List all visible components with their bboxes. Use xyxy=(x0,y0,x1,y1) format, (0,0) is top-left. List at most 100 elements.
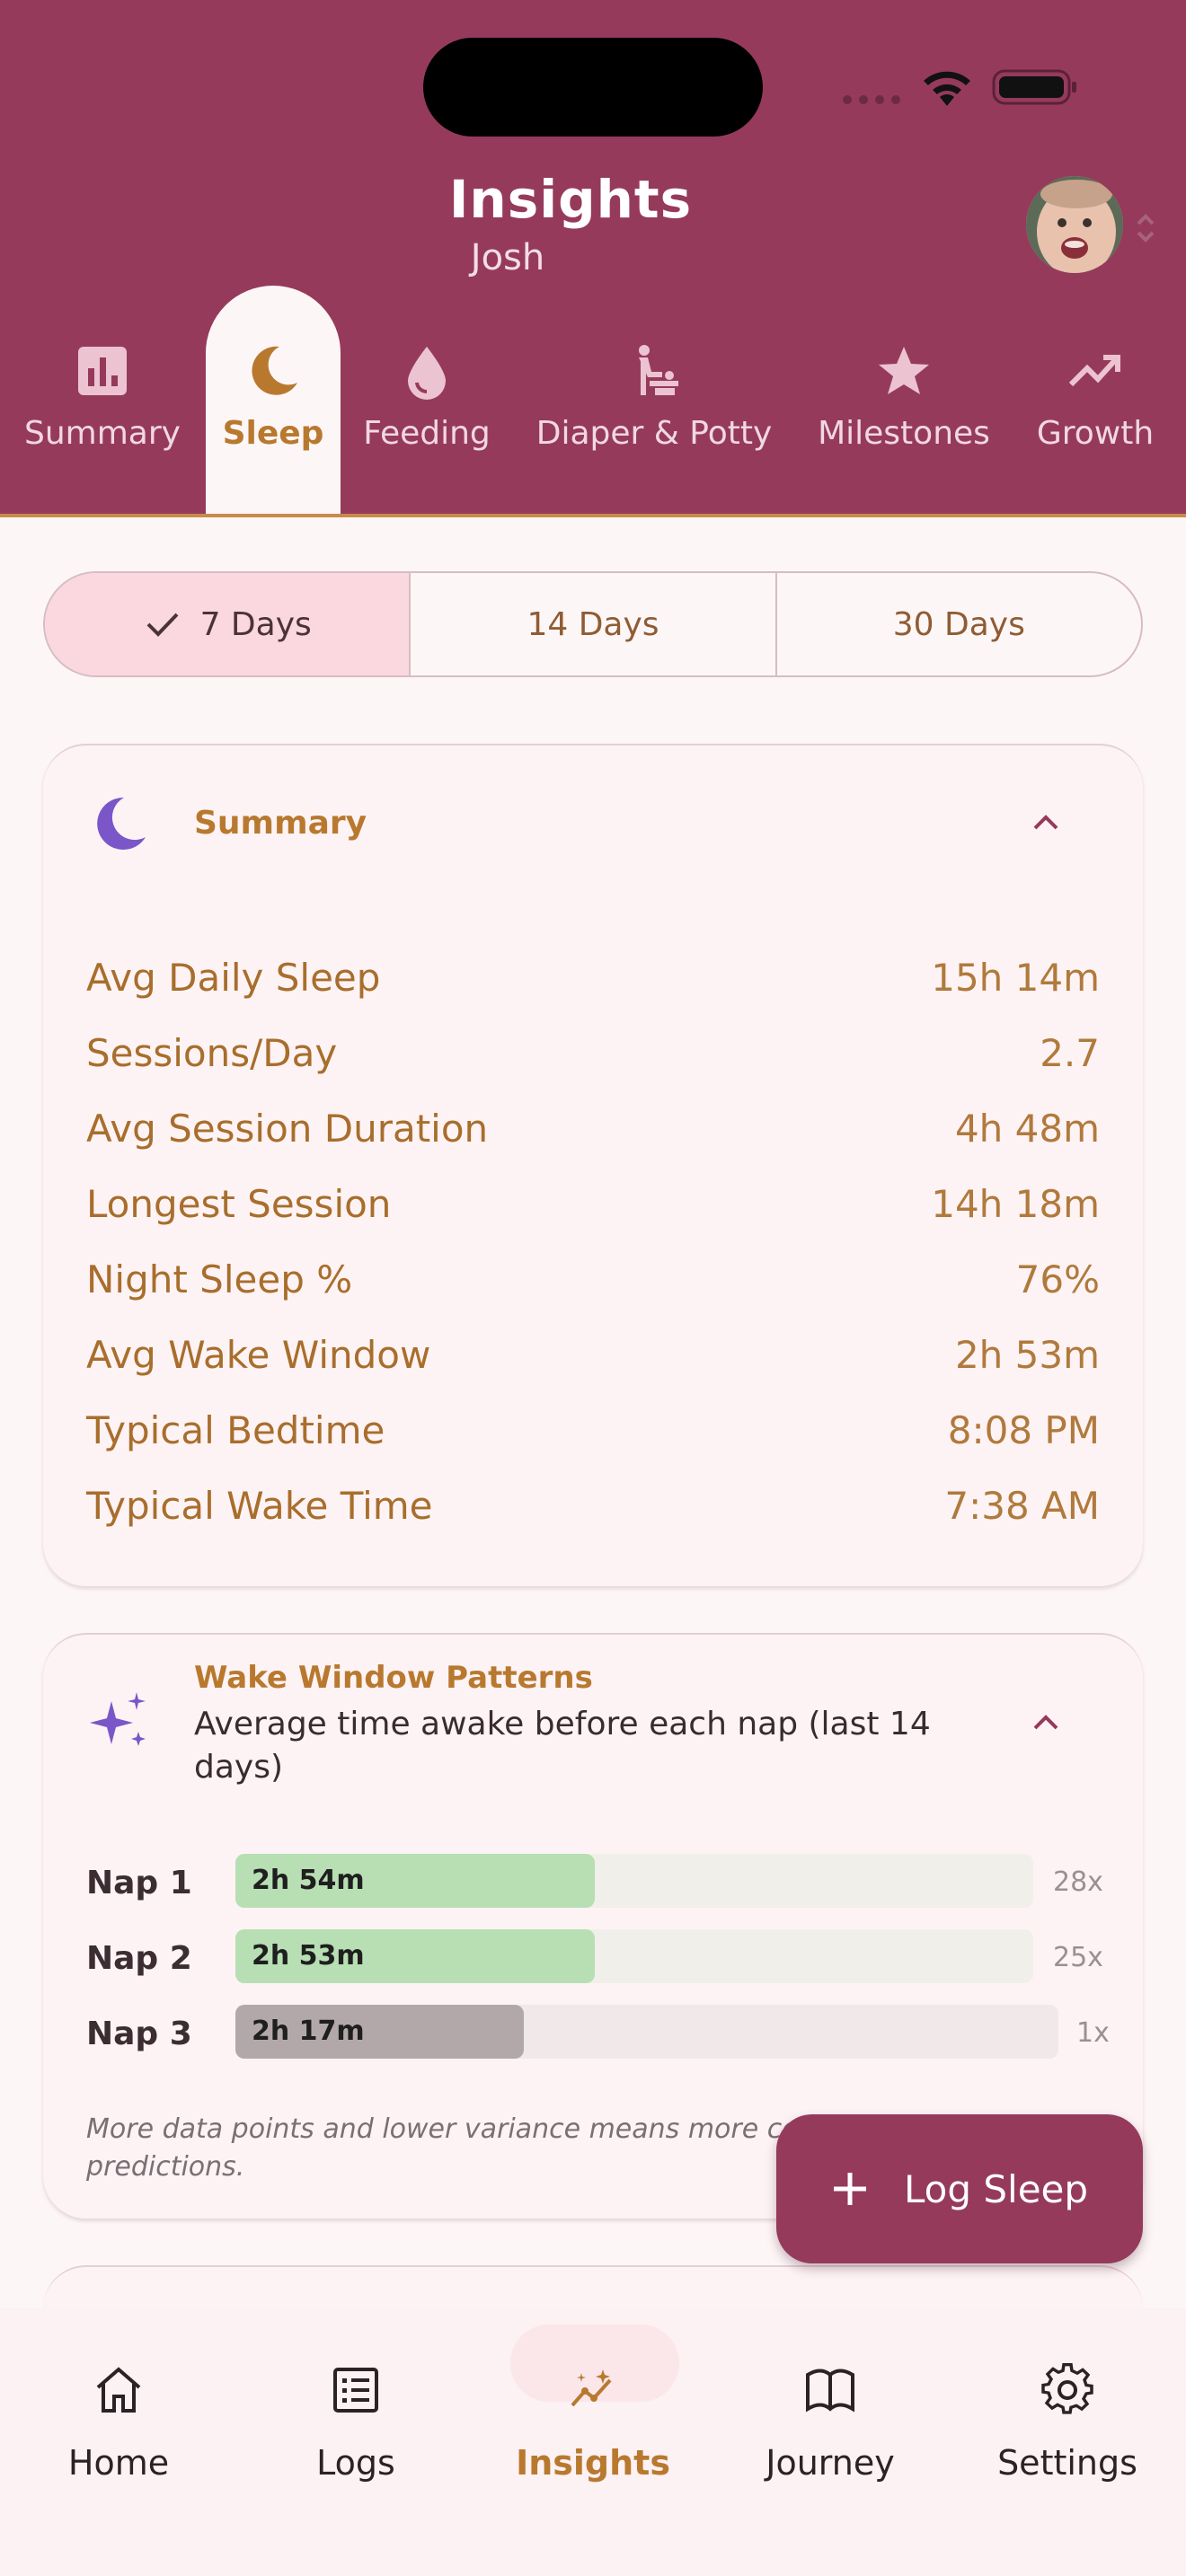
stat-value: 8:08 PM xyxy=(947,1408,1100,1452)
stat-value: 2.7 xyxy=(1040,1031,1100,1075)
nap-count: 25x xyxy=(1053,1942,1103,1973)
nap-value: 2h 54m xyxy=(252,1865,365,1896)
tab-label: Feeding xyxy=(363,415,491,452)
trending-up-icon xyxy=(1068,355,1120,387)
child-name: Josh xyxy=(470,237,545,278)
nap-bar-track: 2h 54m xyxy=(235,1854,1033,1908)
range-14-days[interactable]: 14 Days xyxy=(411,573,777,675)
range-label: 30 Days xyxy=(892,605,1025,643)
category-tabs: Summary Sleep Feeding Diaper & Potty Mil… xyxy=(0,286,1186,516)
stat-label: Night Sleep % xyxy=(86,1257,353,1301)
tab-label: Diaper & Potty xyxy=(535,415,773,452)
nap-value: 2h 17m xyxy=(252,2016,365,2047)
stat-label: Avg Wake Window xyxy=(86,1333,431,1377)
nap-value: 2h 53m xyxy=(252,1940,365,1972)
range-selector: 7 Days 14 Days 30 Days xyxy=(43,571,1143,677)
baby-avatar-image xyxy=(1026,176,1123,273)
stat-label: Longest Session xyxy=(86,1182,392,1226)
stat-value: 7:38 AM xyxy=(944,1484,1100,1528)
stat-value: 76% xyxy=(1015,1257,1100,1301)
stat-label: Typical Bedtime xyxy=(86,1408,385,1452)
tab-diaper-potty[interactable]: Diaper & Potty xyxy=(521,286,787,516)
app-header: Insights Josh Summary Sleep Feeding Diap… xyxy=(0,0,1186,516)
wifi-icon xyxy=(924,71,970,106)
stat-label: Avg Session Duration xyxy=(86,1107,489,1151)
avatar[interactable] xyxy=(1026,176,1123,273)
stat-value: 2h 53m xyxy=(954,1333,1100,1377)
stat-row: Sessions/Day 2.7 xyxy=(86,1031,1100,1075)
nav-settings[interactable]: Settings xyxy=(949,2308,1186,2576)
check-icon xyxy=(146,613,179,637)
moon-icon xyxy=(252,346,297,395)
nap-label: Nap 2 xyxy=(86,1940,192,1977)
stat-value: 4h 48m xyxy=(954,1107,1100,1151)
tab-label: Summary xyxy=(24,415,181,452)
nav-journey[interactable]: Journey xyxy=(712,2308,949,2576)
insights-icon xyxy=(571,2369,612,2407)
tab-label: Sleep xyxy=(222,415,324,452)
tab-growth[interactable]: Growth xyxy=(1021,286,1170,516)
fab-label: Log Sleep xyxy=(904,2166,1089,2211)
tab-label: Milestones xyxy=(818,415,990,452)
range-label: 14 Days xyxy=(527,605,659,643)
stat-row: Avg Wake Window 2h 53m xyxy=(86,1333,1100,1377)
nav-home[interactable]: Home xyxy=(0,2308,237,2576)
tab-sleep[interactable]: Sleep xyxy=(206,286,341,516)
nap-label: Nap 1 xyxy=(86,1865,192,1901)
nap-bar-track: 2h 53m xyxy=(235,1929,1033,1983)
nap-count: 28x xyxy=(1053,1866,1103,1898)
page-title: Insights xyxy=(448,169,693,230)
nav-label: Settings xyxy=(997,2443,1137,2483)
sparkle-icon xyxy=(90,1692,146,1746)
card-title: Summary xyxy=(194,805,367,842)
range-label: 7 Days xyxy=(199,605,312,643)
dynamic-island xyxy=(423,38,763,137)
moon-icon xyxy=(97,797,146,850)
switch-child-icon[interactable] xyxy=(1134,210,1157,246)
nap-label: Nap 3 xyxy=(86,2016,192,2052)
stat-label: Sessions/Day xyxy=(86,1031,338,1075)
tab-milestones[interactable]: Milestones xyxy=(796,286,1012,516)
stat-value: 15h 14m xyxy=(931,956,1100,1000)
star-icon xyxy=(879,347,929,394)
stat-row: Typical Wake Time 7:38 AM xyxy=(86,1484,1100,1528)
battery-icon xyxy=(992,69,1076,105)
bar-chart-icon xyxy=(78,347,127,395)
home-icon xyxy=(96,2367,141,2413)
bottom-navigation: Home Logs Insights Journey Settings xyxy=(0,2308,1186,2576)
stat-row: Night Sleep % 76% xyxy=(86,1257,1100,1301)
range-7-days[interactable]: 7 Days xyxy=(45,573,412,675)
stat-value: 14h 18m xyxy=(931,1182,1100,1226)
card-title: Wake Window Patterns xyxy=(194,1660,593,1696)
nav-label: Insights xyxy=(516,2443,670,2483)
nap-count: 1x xyxy=(1076,2017,1110,2049)
plus-icon xyxy=(834,2173,866,2205)
stat-label: Typical Wake Time xyxy=(86,1484,433,1528)
signal-icon xyxy=(843,95,900,104)
stat-row: Typical Bedtime 8:08 PM xyxy=(86,1408,1100,1452)
range-30-days[interactable]: 30 Days xyxy=(777,573,1141,675)
stat-row: Avg Session Duration 4h 48m xyxy=(86,1107,1100,1151)
chevron-up-icon[interactable] xyxy=(1024,1701,1067,1744)
list-icon xyxy=(333,2368,378,2413)
nav-label: Home xyxy=(67,2443,170,2483)
stat-row: Avg Daily Sleep 15h 14m xyxy=(86,956,1100,1000)
log-sleep-button[interactable]: Log Sleep xyxy=(776,2114,1143,2263)
baby-changing-icon xyxy=(639,345,678,395)
chevron-up-icon[interactable] xyxy=(1024,801,1067,844)
stat-label: Avg Daily Sleep xyxy=(86,956,381,1000)
tab-feeding[interactable]: Feeding xyxy=(341,286,512,516)
nav-logs[interactable]: Logs xyxy=(237,2308,474,2576)
book-icon xyxy=(806,2369,854,2413)
card-subtitle: Average time awake before each nap (last… xyxy=(194,1706,931,1786)
tab-label: Growth xyxy=(1036,415,1155,452)
stat-row: Longest Session 14h 18m xyxy=(86,1182,1100,1226)
drop-icon xyxy=(408,347,446,400)
tab-summary[interactable]: Summary xyxy=(0,286,205,516)
nap-bar-track: 2h 17m xyxy=(235,2005,1058,2059)
nav-label: Journey xyxy=(766,2443,895,2483)
nav-label: Logs xyxy=(316,2443,395,2483)
nav-insights[interactable]: Insights xyxy=(474,2308,712,2576)
summary-card: Summary Avg Daily Sleep 15h 14m Sessions… xyxy=(43,744,1143,1586)
gear-icon xyxy=(1041,2363,1093,2414)
